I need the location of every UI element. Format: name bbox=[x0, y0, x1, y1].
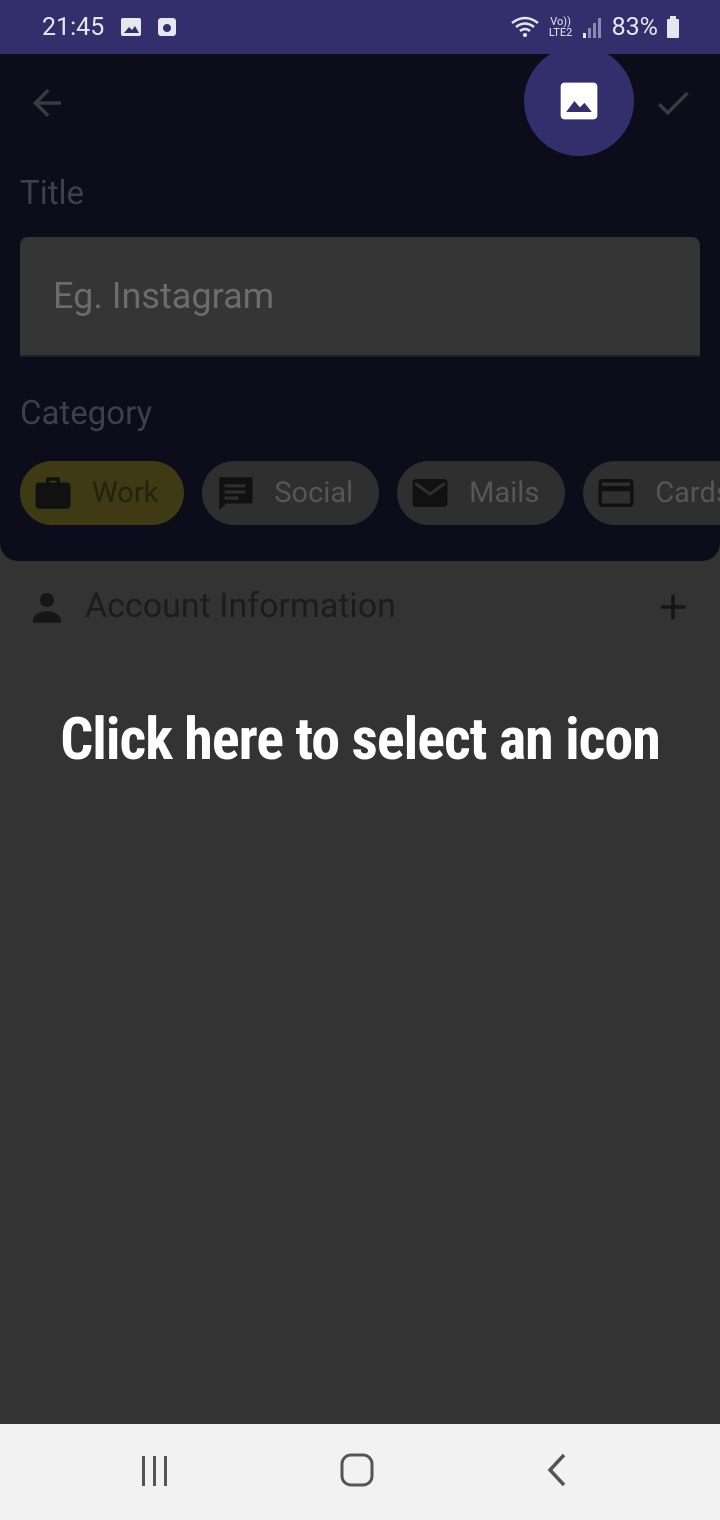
wifi-icon bbox=[510, 16, 539, 37]
status-right: Vo)) LTE2 83% bbox=[510, 13, 680, 42]
battery-icon bbox=[667, 16, 679, 38]
chip-label: Social bbox=[274, 476, 354, 510]
category-chip-work[interactable]: Work bbox=[20, 461, 185, 525]
tutorial-hint-text: Click here to select an icon bbox=[60, 706, 661, 774]
plus-icon[interactable] bbox=[652, 586, 694, 628]
back-icon[interactable] bbox=[536, 1450, 578, 1492]
title-input[interactable]: Eg. Instagram bbox=[20, 237, 700, 357]
account-information-label: Account Information bbox=[85, 586, 396, 626]
chat-icon bbox=[219, 477, 253, 511]
battery-percent: 83% bbox=[611, 12, 658, 42]
arrow-left-icon[interactable] bbox=[26, 82, 68, 124]
chip-label: Cards bbox=[655, 476, 720, 510]
network-label: Vo)) LTE2 bbox=[548, 15, 573, 39]
check-icon[interactable] bbox=[652, 82, 694, 124]
card-icon bbox=[598, 479, 634, 507]
status-time: 21:45 bbox=[42, 12, 105, 42]
mail-icon bbox=[412, 479, 448, 507]
category-chip-social[interactable]: Social bbox=[202, 461, 380, 525]
category-chip-mails[interactable]: Mails bbox=[397, 461, 566, 525]
status-bar: 21:45 Vo)) LTE2 83% bbox=[0, 0, 720, 54]
system-navigation-bar bbox=[0, 1424, 720, 1520]
gallery-notification-icon bbox=[121, 18, 142, 36]
chip-label: Work bbox=[92, 476, 159, 510]
briefcase-icon bbox=[35, 477, 71, 509]
signal-icon bbox=[582, 18, 601, 38]
edit-header-card: Title Eg. Instagram Category Work Social… bbox=[0, 46, 720, 561]
category-chip-row: Work Social Mails Cards bbox=[20, 461, 720, 525]
person-icon bbox=[33, 593, 61, 623]
chip-label: Mails bbox=[469, 476, 540, 510]
category-chip-cards[interactable]: Cards bbox=[583, 461, 720, 525]
select-icon-button[interactable] bbox=[524, 46, 634, 156]
account-information-row[interactable]: Account Information bbox=[0, 580, 720, 636]
image-icon bbox=[560, 82, 598, 120]
home-icon[interactable] bbox=[336, 1450, 378, 1492]
camera-notification-icon bbox=[158, 18, 177, 36]
category-label: Category bbox=[20, 394, 153, 433]
title-label: Title bbox=[20, 174, 85, 213]
recent-apps-icon[interactable] bbox=[134, 1450, 176, 1492]
